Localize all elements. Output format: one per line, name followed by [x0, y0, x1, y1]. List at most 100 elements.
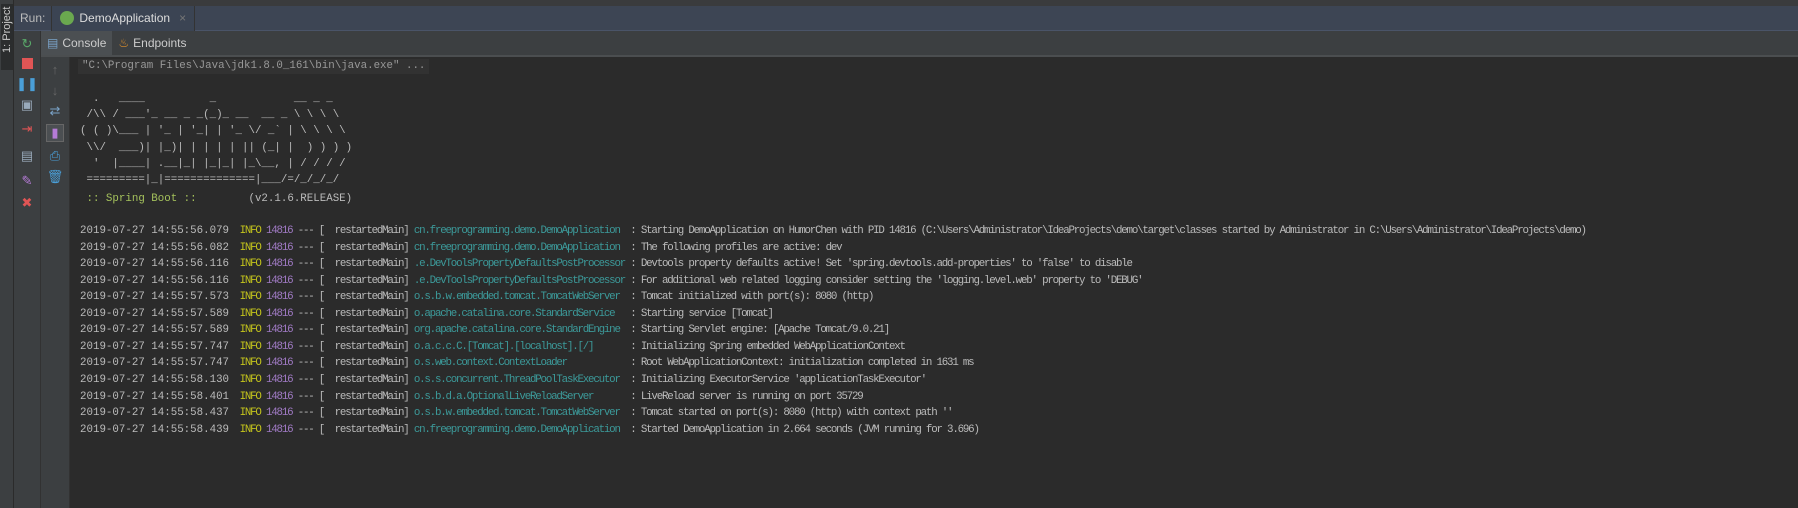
log-msg: : Starting service [Tomcat] — [625, 307, 774, 320]
banner-line: . ____ _ __ _ _ — [80, 93, 333, 105]
log-logger: o.s.b.d.a.OptionalLiveReloadServer — [413, 390, 626, 403]
log-level: INFO — [239, 357, 262, 370]
close-run-icon[interactable]: ✖ — [19, 195, 35, 211]
log-body: INFO 14816 --- [ restartedMain] cn.freep… — [229, 241, 843, 254]
log-ts: 2019-07-27 14:55:56.082 — [80, 241, 230, 254]
log-thread: --- [ restartedMain] — [297, 423, 410, 436]
spring-boot-version: (v2.1.6.RELEASE) — [203, 193, 353, 205]
log-msg: : Starting DemoApplication on HumorChen … — [625, 225, 1587, 237]
log-thread: --- [ restartedMain] — [297, 225, 410, 237]
log-level: INFO — [239, 274, 262, 287]
log-thread: --- [ restartedMain] — [297, 390, 410, 403]
log-msg: : Tomcat started on port(s): 8080 (http)… — [625, 407, 953, 420]
log-thread: --- [ restartedMain] — [297, 274, 410, 287]
log-logger: o.s.web.context.ContextLoader — [413, 357, 626, 370]
banner-line: ' |____| .__|_| |_|_| |_\__, | / / / / — [80, 157, 346, 170]
log-pid: 14816 — [266, 373, 294, 386]
log-body: INFO 14816 --- [ restartedMain] o.s.s.co… — [229, 373, 928, 386]
log-ts: 2019-07-27 14:55:56.079 — [80, 225, 230, 237]
log-line: 2019-07-27 14:55:58.437 INFO 14816 --- [… — [80, 405, 954, 421]
log-level: INFO — [239, 324, 262, 337]
log-body: INFO 14816 --- [ restartedMain] cn.freep… — [229, 423, 980, 436]
run-label: Run: — [20, 11, 46, 25]
rerun-icon[interactable]: ↻ — [19, 36, 35, 52]
log-msg: : Initializing ExecutorService 'applicat… — [625, 373, 927, 386]
up-arrow-icon[interactable]: ↑ — [47, 62, 63, 78]
log-logger: o.s.s.concurrent.ThreadPoolTaskExecutor — [413, 373, 626, 386]
log-level: INFO — [239, 407, 262, 420]
log-ts: 2019-07-27 14:55:57.747 — [80, 340, 230, 353]
log-thread: --- [ restartedMain] — [297, 340, 410, 353]
down-arrow-icon[interactable]: ↓ — [47, 83, 63, 99]
print-icon[interactable]: ⎙ — [47, 148, 63, 164]
scroll-to-end-icon[interactable]: ▮ — [46, 124, 64, 142]
log-body: INFO 14816 --- [ restartedMain] o.s.web.… — [229, 357, 975, 370]
log-pid: 14816 — [266, 307, 294, 320]
run-tab-label: DemoApplication — [79, 11, 171, 25]
log-line: 2019-07-27 14:55:56.116 INFO 14816 --- [… — [80, 273, 1144, 289]
log-body: INFO 14816 --- [ restartedMain] o.a.c.c.… — [229, 340, 906, 353]
close-icon[interactable]: × — [179, 11, 186, 25]
run-actions-toolbar: ↻ ❚❚ ▣ ⇥ ▤ ✎ ✖ — [14, 31, 41, 508]
log-pid: 14816 — [266, 258, 294, 271]
log-level: INFO — [239, 390, 262, 403]
trash-icon[interactable]: 🗑 — [47, 169, 64, 185]
log-ts: 2019-07-27 14:55:57.589 — [80, 324, 230, 337]
log-ts: 2019-07-27 14:55:57.747 — [80, 357, 230, 370]
log-logger: cn.freeprogramming.demo.DemoApplication — [413, 241, 626, 254]
tab-endpoints-label: Endpoints — [133, 36, 187, 50]
pin-icon[interactable]: ✎ — [19, 173, 35, 189]
log-thread: --- [ restartedMain] — [297, 258, 410, 271]
log-body: INFO 14816 --- [ restartedMain] cn.freep… — [229, 225, 1587, 237]
log-pid: 14816 — [266, 324, 294, 337]
log-pid: 14816 — [266, 225, 294, 237]
log-body: INFO 14816 --- [ restartedMain] .e.DevTo… — [229, 258, 1133, 271]
run-tab-demoapplication[interactable]: DemoApplication × — [51, 5, 196, 31]
project-tool-strip: 1: Project — [0, 0, 14, 508]
log-line: 2019-07-27 14:55:57.747 INFO 14816 --- [… — [80, 355, 975, 371]
log-pid: 14816 — [266, 241, 294, 254]
log-pid: 14816 — [266, 274, 294, 287]
log-msg: : Root WebApplicationContext: initializa… — [625, 357, 974, 370]
log-line: 2019-07-27 14:55:58.439 INFO 14816 --- [… — [80, 422, 980, 438]
java-command: "C:\Program Files\Java\jdk1.8.0_161\bin\… — [78, 59, 430, 74]
soft-wrap-icon[interactable]: ⇄ — [47, 103, 63, 119]
log-thread: --- [ restartedMain] — [297, 307, 410, 320]
log-level: INFO — [239, 241, 262, 254]
log-pid: 14816 — [266, 340, 294, 353]
banner-line: \\/ ___)| |_)| | | | | || (_| | ) ) ) ) — [80, 141, 353, 154]
log-level: INFO — [239, 423, 262, 436]
tab-endpoints[interactable]: ♨ Endpoints — [112, 31, 192, 55]
console-tabs: ▤ Console ♨ Endpoints — [41, 31, 1798, 57]
log-msg: : Initializing Spring embedded WebApplic… — [625, 340, 906, 353]
spring-boot-line: :: Spring Boot :: (v2.1.6.RELEASE) — [80, 191, 352, 207]
exit-icon[interactable]: ⇥ — [19, 121, 35, 137]
log-thread: --- [ restartedMain] — [297, 241, 410, 254]
log-pid: 14816 — [266, 423, 294, 436]
log-body: INFO 14816 --- [ restartedMain] o.s.b.d.… — [229, 390, 864, 403]
log-msg: : LiveReload server is running on port 3… — [625, 390, 864, 403]
stop-icon[interactable] — [19, 55, 35, 71]
console-output[interactable]: "C:\Program Files\Java\jdk1.8.0_161\bin\… — [70, 57, 1798, 508]
log-thread: --- [ restartedMain] — [297, 291, 410, 304]
log-level: INFO — [239, 307, 262, 320]
layout-icon[interactable]: ▤ — [19, 148, 35, 164]
tab-console-label: Console — [62, 36, 107, 50]
log-body: INFO 14816 --- [ restartedMain] o.apache… — [229, 307, 774, 320]
log-line: 2019-07-27 14:55:58.401 INFO 14816 --- [… — [80, 389, 864, 405]
log-body: INFO 14816 --- [ restartedMain] o.s.b.w.… — [229, 407, 954, 420]
log-thread: --- [ restartedMain] — [297, 324, 410, 337]
log-msg: : Devtools property defaults active! Set… — [625, 258, 1133, 271]
log-logger: o.apache.catalina.core.StandardService — [413, 307, 626, 320]
tab-console[interactable]: ▤ Console — [41, 31, 113, 55]
log-ts: 2019-07-27 14:55:58.437 — [80, 407, 230, 420]
log-msg: : For additional web related logging con… — [625, 274, 1143, 287]
pause-icon[interactable]: ❚❚ — [16, 76, 38, 92]
log-thread: --- [ restartedMain] — [297, 407, 410, 420]
log-body: INFO 14816 --- [ restartedMain] o.s.b.w.… — [229, 291, 875, 304]
project-tool-button[interactable]: 1: Project — [1, 4, 13, 70]
console-actions-toolbar: ↑ ↓ ⇄ ▮ ⎙ 🗑 — [41, 57, 70, 508]
spring-boot-label: :: Spring Boot :: — [80, 193, 204, 205]
dump-threads-icon[interactable]: ▣ — [19, 97, 35, 113]
log-msg: : The following profiles are active: dev — [625, 241, 842, 254]
